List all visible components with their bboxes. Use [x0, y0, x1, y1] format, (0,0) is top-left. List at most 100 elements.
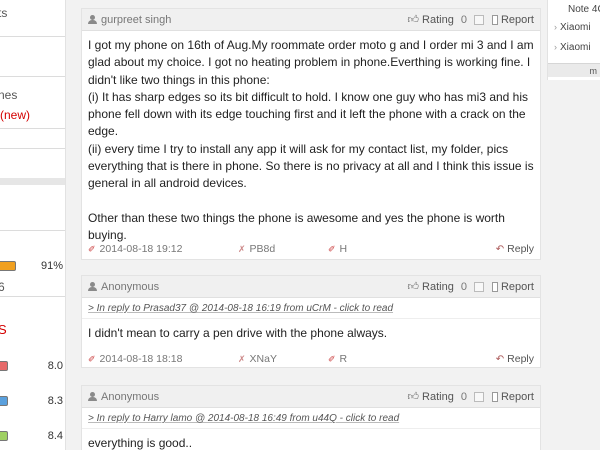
score-bar	[0, 431, 8, 441]
more-button[interactable]: m	[548, 63, 600, 77]
divider	[0, 36, 65, 37]
section-title: S	[0, 322, 7, 337]
report-button[interactable]: Report	[491, 390, 534, 403]
sidebar-text[interactable]: ts	[0, 6, 7, 20]
report-label: Report	[500, 390, 534, 403]
flag-icon	[491, 391, 498, 402]
comment-date: ✐ 2014-08-18 19:12	[88, 243, 238, 255]
reply-label: Reply	[507, 243, 534, 255]
rating-value: 0	[460, 280, 467, 293]
device-icon: ✗	[238, 243, 246, 254]
related-item-label: Note 4G	[568, 4, 600, 15]
sidebar-link[interactable]: nes	[0, 88, 17, 102]
user-icon	[88, 15, 97, 24]
related-item[interactable]: › Xiaomi	[554, 42, 591, 53]
reply-button[interactable]: ↶ Reply	[496, 353, 534, 365]
flag-icon	[491, 14, 498, 25]
comment-header: Anonymous 👍︎ Rating 0 Report	[82, 276, 540, 298]
score-bar	[0, 361, 8, 371]
comment-body: I got my phone on 16th of Aug.My roommat…	[82, 31, 540, 242]
comment-header: Anonymous 👍︎ Rating 0 Report	[82, 386, 540, 408]
date-text: 2014-08-18 19:12	[99, 243, 183, 255]
percent-value: 91%	[40, 260, 63, 272]
chevron-right-icon: ›	[554, 22, 557, 32]
clock-icon: ✐	[88, 243, 96, 254]
clock-icon: ✐	[88, 353, 96, 364]
rating-label: Rating	[422, 13, 454, 26]
comment-device: ✗ PB8d	[238, 243, 328, 255]
related-item-label: Xiaomi	[560, 42, 591, 53]
reply-to-link[interactable]: > In reply to Prasad37 @ 2014-08-18 16:1…	[82, 298, 540, 319]
device-text: XNaY	[249, 353, 277, 365]
thumbs-up-icon[interactable]: 👍︎	[408, 390, 420, 403]
author-name: Anonymous	[101, 280, 160, 293]
author-name: gurpreet singh	[101, 13, 172, 26]
author-name: Anonymous	[101, 390, 160, 403]
reply-label: Reply	[507, 353, 534, 365]
location-icon: ✐	[328, 243, 336, 254]
divider	[0, 230, 65, 231]
date-text: 2014-08-18 18:18	[99, 353, 183, 365]
report-button[interactable]: Report	[491, 280, 534, 293]
reply-icon: ↶	[495, 353, 505, 365]
comment-footer: ✐ 2014-08-18 19:12 ✗ PB8d ✐ H ↶ Reply	[82, 239, 540, 259]
rate-checkbox[interactable]	[473, 391, 484, 402]
rate-checkbox[interactable]	[473, 14, 484, 25]
rating-label: Rating	[422, 280, 454, 293]
comment-author: gurpreet singh	[88, 14, 408, 26]
comment: Anonymous 👍︎ Rating 0 Report > In reply …	[81, 275, 541, 368]
user-icon	[88, 392, 97, 401]
score-value: 8.0	[47, 360, 63, 372]
device-icon: ✗	[238, 353, 246, 364]
score-value: 8.4	[47, 430, 63, 442]
rating: 👍︎ Rating 0	[408, 280, 484, 293]
rating: 👍︎ Rating 0	[408, 390, 484, 403]
comment: gurpreet singh 👍︎ Rating 0 Report I got …	[81, 8, 541, 260]
reply-button[interactable]: ↶ Reply	[496, 243, 534, 255]
right-sidebar: Note 4G ›Xiaomi ›Xiaomi m	[547, 0, 600, 80]
rating: 👍︎ Rating 0	[408, 13, 484, 26]
report-button[interactable]: Report	[491, 13, 534, 26]
score-bar	[0, 396, 8, 406]
chevron-right-icon: ›	[554, 42, 557, 52]
rating-label: Rating	[422, 390, 454, 403]
comment-location: ✐ H	[328, 243, 496, 255]
comment-body: everything is good..	[82, 429, 540, 450]
comment-text: everything is good..	[88, 436, 193, 450]
report-label: Report	[500, 13, 534, 26]
left-sidebar: ts nes (new) 91% 6 S 8.0 8.3 8.4	[0, 0, 66, 450]
divider	[0, 76, 65, 77]
comment-footer: ✐ 2014-08-18 18:18 ✗ XNaY ✐ R ↶ Reply	[82, 349, 540, 369]
reply-icon: ↶	[495, 243, 505, 255]
comment-date: ✐ 2014-08-18 18:18	[88, 353, 238, 365]
flag-icon	[491, 281, 498, 292]
divider	[0, 128, 65, 129]
count-value: 6	[0, 280, 5, 294]
percent-bar	[0, 261, 16, 271]
comment-text: I got my phone on 16th of Aug.My roommat…	[88, 38, 534, 243]
location-text: R	[339, 353, 348, 365]
related-item[interactable]: › Xiaomi	[554, 22, 591, 33]
comment-text: I didn't mean to carry a pen drive with …	[88, 326, 388, 340]
comment-author: Anonymous	[88, 391, 408, 403]
section-band	[0, 178, 65, 185]
comment-author: Anonymous	[88, 281, 408, 293]
report-label: Report	[500, 280, 534, 293]
rate-checkbox[interactable]	[473, 281, 484, 292]
thumbs-up-icon[interactable]: 👍︎	[408, 13, 420, 26]
related-item[interactable]: Note 4G	[568, 4, 600, 15]
comment-location: ✐ R	[328, 353, 496, 365]
page: ts nes (new) 91% 6 S 8.0 8.3 8.4 Note 4G…	[0, 0, 600, 450]
location-text: H	[339, 243, 348, 255]
comment-body: I didn't mean to carry a pen drive with …	[82, 319, 540, 349]
divider	[0, 296, 65, 297]
comment-header: gurpreet singh 👍︎ Rating 0 Report	[82, 9, 540, 31]
rating-value: 0	[460, 13, 467, 26]
user-icon	[88, 282, 97, 291]
sidebar-link-new[interactable]: (new)	[0, 108, 30, 122]
device-text: PB8d	[249, 243, 276, 255]
reply-to-link[interactable]: > In reply to Harry lamo @ 2014-08-18 16…	[82, 408, 540, 429]
comment: Anonymous 👍︎ Rating 0 Report > In reply …	[81, 385, 541, 450]
comment-device: ✗ XNaY	[238, 353, 328, 365]
thumbs-up-icon[interactable]: 👍︎	[408, 280, 420, 293]
